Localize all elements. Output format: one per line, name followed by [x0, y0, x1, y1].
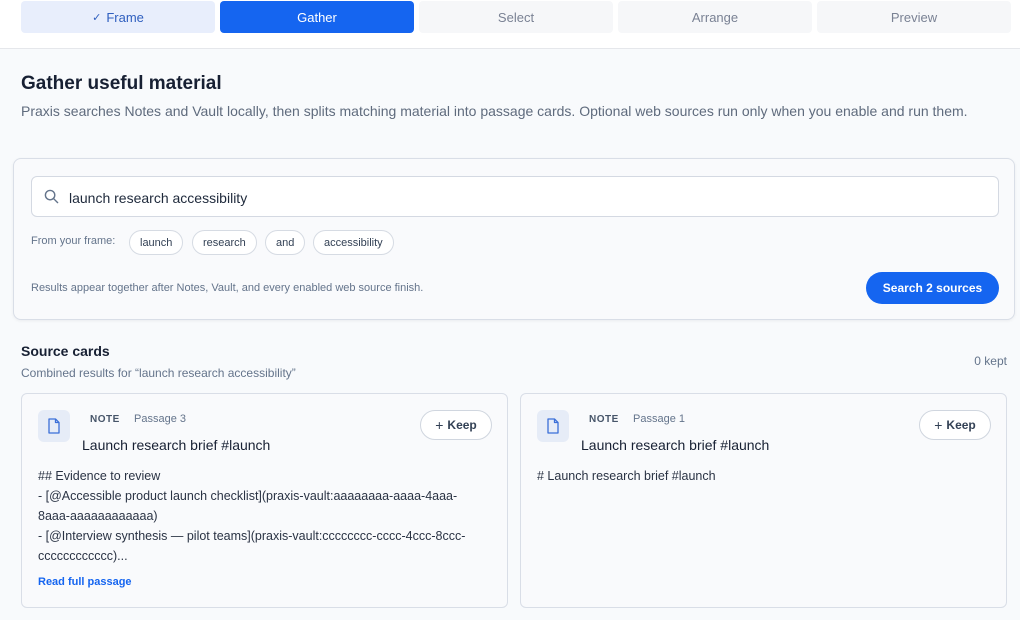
document-icon — [537, 410, 569, 442]
search-sources-button[interactable]: Search 2 sources — [866, 272, 999, 304]
source-card: NOTE Passage 3 Launch research brief #la… — [21, 393, 508, 608]
passage-number: Passage 1 — [633, 413, 685, 425]
frame-chip[interactable]: launch — [129, 230, 184, 255]
stepper: ✓ Frame Gather Select Arrange Preview — [0, 0, 1020, 49]
plus-icon: + — [435, 417, 444, 433]
section-title: Source cards — [21, 343, 110, 359]
source-card: NOTE Passage 1 Launch research brief #la… — [520, 393, 1007, 608]
page-intro: Praxis searches Notes and Vault locally,… — [21, 103, 968, 119]
section-subtitle: Combined results for “launch research ac… — [21, 366, 296, 380]
card-title: Launch research brief #launch — [82, 437, 271, 453]
passage-text: # Launch research brief #launch — [537, 469, 716, 483]
passage-text: ## Evidence to review - [@Accessible pro… — [38, 469, 466, 563]
frame-terms-label: From your frame: — [31, 235, 116, 247]
read-full-passage-link[interactable]: Read full passage — [38, 576, 132, 588]
search-icon — [44, 189, 59, 204]
frame-chip[interactable]: and — [265, 230, 306, 255]
step-preview[interactable]: Preview — [817, 1, 1011, 33]
keep-label: Keep — [946, 418, 976, 432]
search-panel: From your frame: launch research and acc… — [13, 158, 1015, 320]
step-label: Preview — [890, 9, 938, 25]
keep-button[interactable]: + Keep — [919, 410, 991, 440]
step-arrange[interactable]: Arrange — [618, 1, 812, 33]
passage-number: Passage 3 — [134, 413, 186, 425]
check-icon: ✓ — [92, 11, 102, 24]
page-title: Gather useful material — [21, 73, 222, 94]
step-frame[interactable]: ✓ Frame — [21, 1, 215, 33]
frame-chip[interactable]: accessibility — [313, 230, 394, 255]
source-type-badge: NOTE — [589, 414, 619, 425]
card-title: Launch research brief #launch — [581, 437, 770, 453]
keep-button[interactable]: + Keep — [420, 410, 492, 440]
document-icon — [38, 410, 70, 442]
search-input[interactable] — [67, 177, 991, 218]
step-label: Select — [497, 9, 535, 25]
plus-icon: + — [934, 417, 943, 433]
step-label: Gather — [297, 9, 337, 25]
keep-label: Keep — [447, 418, 477, 432]
search-box[interactable] — [31, 176, 999, 218]
step-select[interactable]: Select — [419, 1, 613, 33]
step-label: Frame — [106, 9, 144, 25]
kept-count: 0 kept — [974, 354, 1007, 368]
source-type-badge: NOTE — [90, 414, 120, 425]
step-gather[interactable]: Gather — [220, 1, 414, 33]
frame-chip[interactable]: research — [192, 230, 257, 255]
step-label: Arrange — [691, 9, 739, 25]
results-note: Results appear together after Notes, Vau… — [31, 282, 424, 294]
